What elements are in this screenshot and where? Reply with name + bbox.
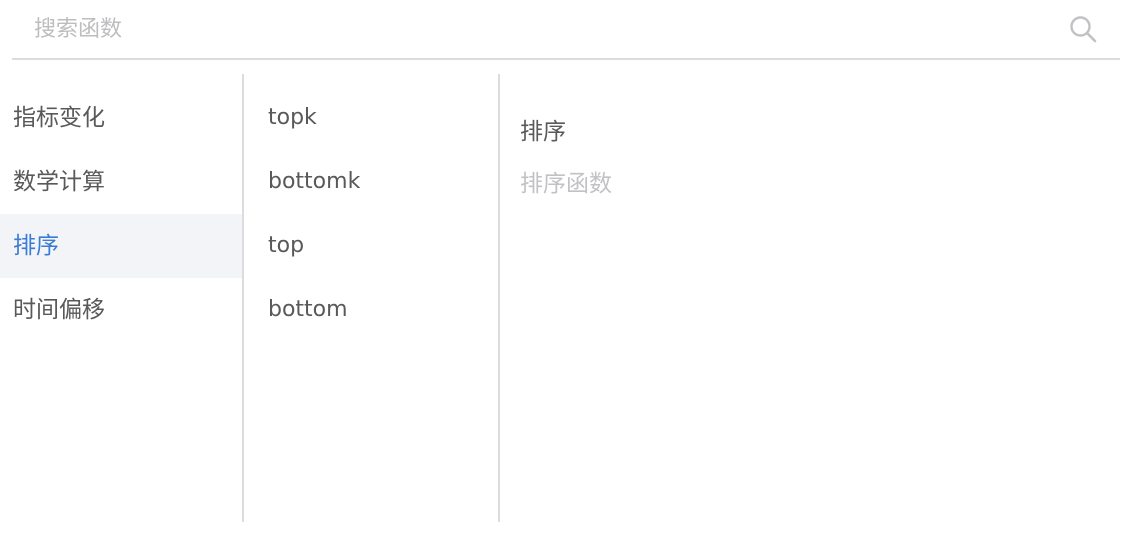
search-bar — [12, 0, 1120, 60]
search-input[interactable] — [12, 0, 1052, 58]
function-column: topk bottomk top bottom — [244, 74, 500, 522]
detail-description: 排序函数 — [520, 171, 612, 197]
function-item-bottomk[interactable]: bottomk — [244, 150, 498, 214]
category-item-math[interactable]: 数学计算 — [0, 150, 242, 214]
function-picker: 指标变化 数学计算 排序 时间偏移 topk bottomk top botto… — [0, 0, 1138, 540]
category-column: 指标变化 数学计算 排序 时间偏移 — [0, 74, 244, 522]
detail-title: 排序 — [520, 119, 566, 145]
category-item-metric-change[interactable]: 指标变化 — [0, 86, 242, 150]
category-item-sort[interactable]: 排序 — [0, 214, 242, 278]
category-list: 指标变化 数学计算 排序 时间偏移 — [0, 74, 242, 342]
search-icon[interactable] — [1068, 14, 1098, 44]
function-item-topk[interactable]: topk — [244, 86, 498, 150]
category-item-time-offset[interactable]: 时间偏移 — [0, 278, 242, 342]
function-item-top[interactable]: top — [244, 214, 498, 278]
function-list: topk bottomk top bottom — [244, 74, 498, 342]
detail-panel: 排序 排序函数 — [500, 74, 1138, 522]
function-item-bottom[interactable]: bottom — [244, 278, 498, 342]
